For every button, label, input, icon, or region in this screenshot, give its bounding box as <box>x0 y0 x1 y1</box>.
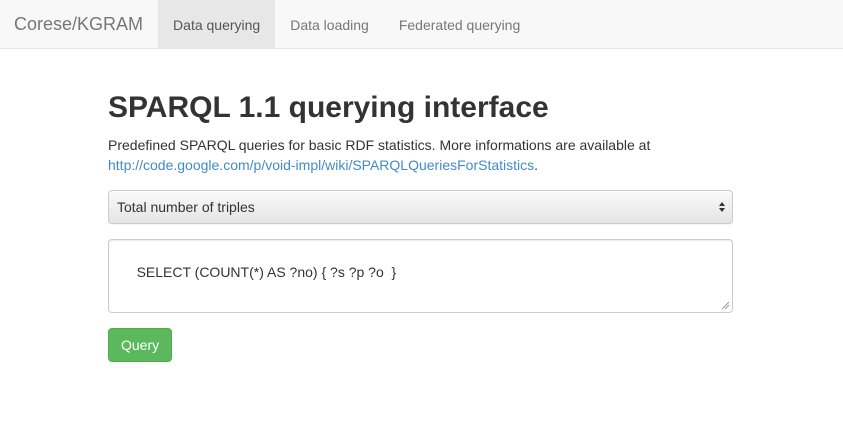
query-text: SELECT (COUNT(*) AS ?no) { ?s ?p ?o } <box>136 264 397 280</box>
query-button[interactable]: Query <box>108 328 173 362</box>
nav-tab-data-loading[interactable]: Data loading <box>275 0 384 49</box>
resize-grip-icon[interactable] <box>721 301 730 310</box>
query-select-value: Total number of triples <box>117 199 255 215</box>
navbar: Corese/KGRAM Data querying Data loading … <box>0 0 843 49</box>
nav-tab-data-querying[interactable]: Data querying <box>158 0 276 49</box>
description: Predefined SPARQL queries for basic RDF … <box>108 135 733 175</box>
description-text: Predefined SPARQL queries for basic RDF … <box>108 137 651 153</box>
brand-link[interactable]: Corese/KGRAM <box>0 0 158 49</box>
description-suffix: . <box>534 157 539 173</box>
query-textarea[interactable]: SELECT (COUNT(*) AS ?no) { ?s ?p ?o } <box>108 239 733 313</box>
statistics-link[interactable]: http://code.google.com/p/void-impl/wiki/… <box>108 157 534 173</box>
main-content: SPARQL 1.1 querying interface Predefined… <box>108 49 733 362</box>
nav-tab-federated-querying[interactable]: Federated querying <box>384 0 535 49</box>
query-select[interactable]: Total number of triples <box>108 190 733 224</box>
page-title: SPARQL 1.1 querying interface <box>108 91 549 124</box>
select-arrows-icon <box>718 199 726 215</box>
